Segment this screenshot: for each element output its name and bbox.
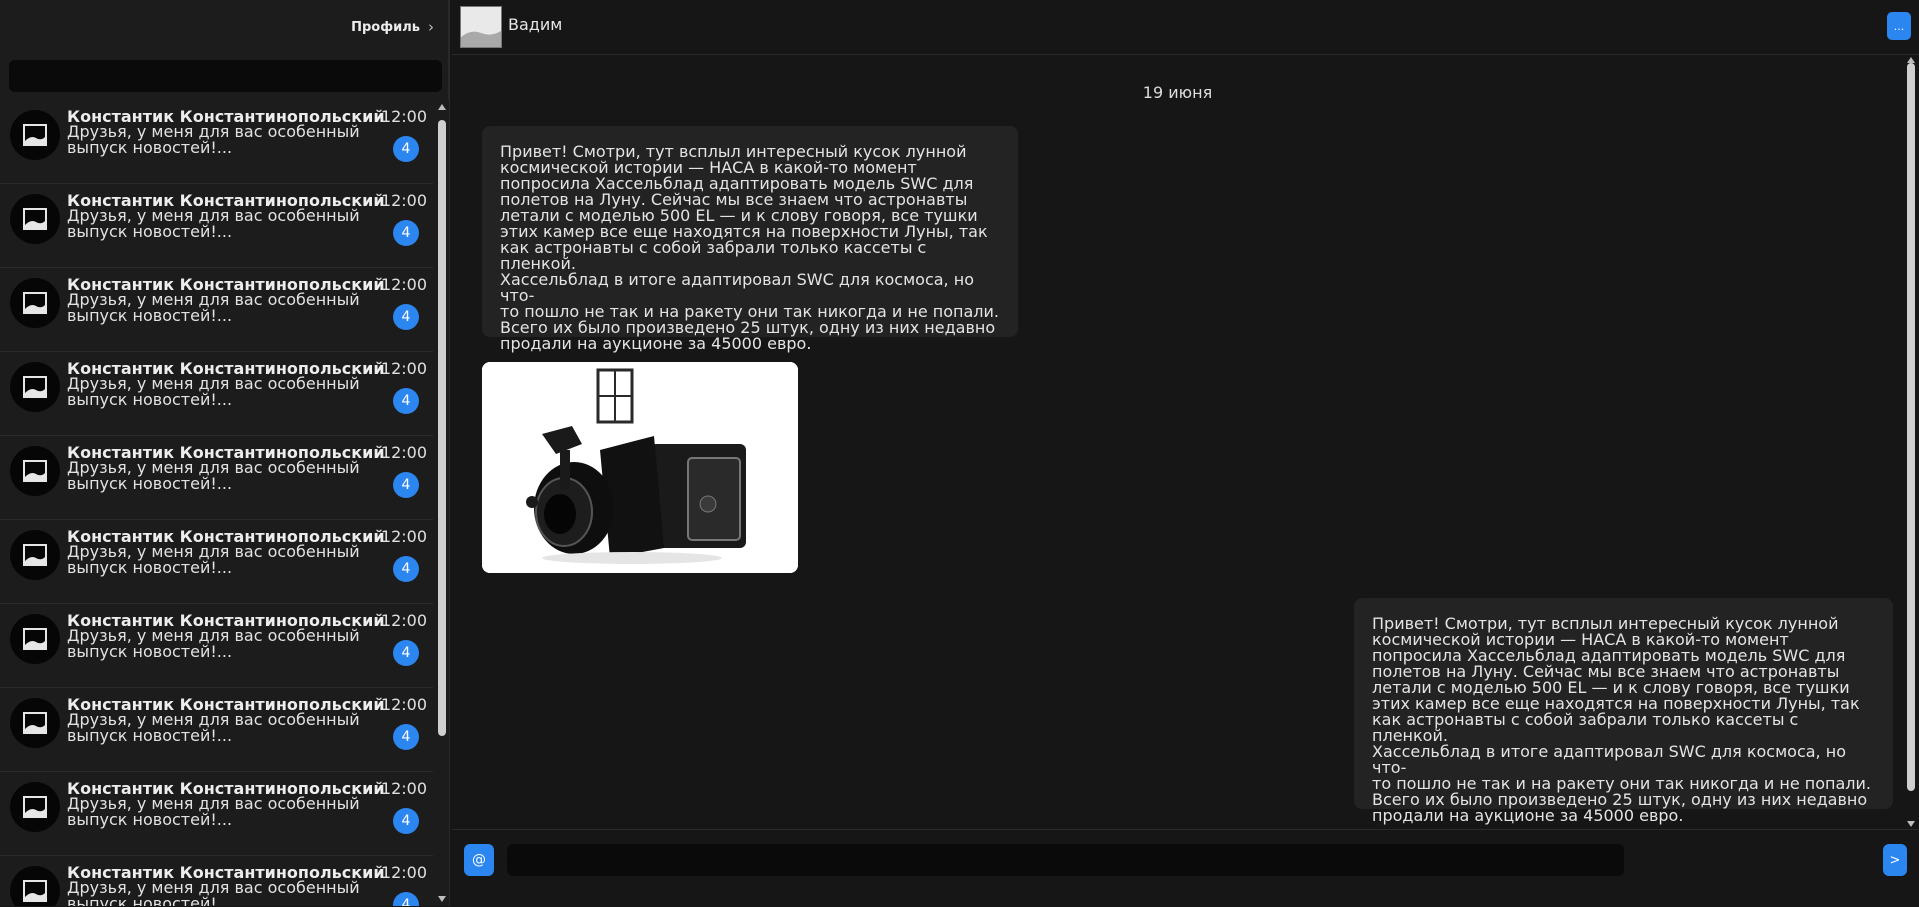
chat-list: Константик Константинопольский 12:00 Друзь… (0, 100, 433, 906)
chat-preview: Друзья, у меня для вас особенный выпуск … (67, 878, 360, 907)
chat-preview: Друзья, у меня для вас особенный выпуск … (67, 542, 360, 577)
image-placeholder-icon (23, 124, 47, 146)
contact-name: Вадим (508, 15, 563, 34)
chat-time: 12:00 (380, 443, 427, 462)
image-placeholder-icon (23, 796, 47, 818)
chat-list-item[interactable]: Константик Константинопольский 12:00 Друзь… (0, 688, 433, 772)
chat-sidebar: Профиль › Константик Константинопольский… (0, 0, 450, 906)
chat-preview: Друзья, у меня для вас особенный выпуск … (67, 710, 360, 745)
chat-avatar (10, 446, 60, 496)
chat-preview: Друзья, у меня для вас особенный выпуск … (67, 374, 360, 409)
unread-badge: 4 (393, 220, 419, 246)
chat-avatar (10, 278, 60, 328)
chat-avatar (10, 866, 60, 906)
image-placeholder-icon (23, 292, 47, 314)
image-placeholder-icon (23, 628, 47, 650)
chat-time: 12:00 (380, 863, 427, 882)
image-placeholder-icon (23, 880, 47, 902)
date-separator: 19 июня (1142, 83, 1213, 102)
chat-avatar (10, 530, 60, 580)
messages-scrollbar[interactable] (1903, 55, 1919, 829)
chat-avatar (10, 698, 60, 748)
chat-avatar (10, 782, 60, 832)
chat-list-item[interactable]: Константик Константинопольский 12:00 Друзь… (0, 268, 433, 352)
chat-list-item[interactable]: Константик Константинопольский 12:00 Друзь… (0, 100, 433, 184)
camera-photo-icon (482, 362, 798, 573)
unread-badge: 4 (393, 724, 419, 750)
chat-time: 12:00 (380, 191, 427, 210)
unread-badge: 4 (393, 640, 419, 666)
chat-menu-button[interactable]: ... (1887, 12, 1911, 40)
scrollbar-thumb[interactable] (438, 120, 446, 736)
image-placeholder-icon (461, 7, 501, 47)
chat-list-item[interactable]: Константик Константинопольский 12:00 Друзь… (0, 520, 433, 604)
chat-list-item[interactable]: Константик Константинопольский 12:00 Друзь… (0, 604, 433, 688)
unread-badge: 4 (393, 892, 419, 906)
chat-preview: Друзья, у меня для вас особенный выпуск … (67, 458, 360, 493)
chat-preview: Друзья, у меня для вас особенный выпуск … (67, 626, 360, 661)
chat-preview: Друзья, у меня для вас особенный выпуск … (67, 794, 360, 829)
chat-time: 12:00 (380, 275, 427, 294)
send-button[interactable]: > (1883, 844, 1907, 876)
incoming-message: Привет! Смотри, тут всплыл интересный ку… (482, 126, 1018, 352)
image-placeholder-icon (23, 376, 47, 398)
image-placeholder-icon (23, 712, 47, 734)
scroll-down-arrow-icon[interactable] (438, 896, 446, 902)
image-placeholder-icon (23, 544, 47, 566)
image-placeholder-icon (23, 460, 47, 482)
message-area: 19 июня Привет! Смотри, тут всплыл интер… (452, 55, 1903, 829)
unread-badge: 4 (393, 136, 419, 162)
contact-avatar[interactable] (460, 6, 502, 48)
chat-list-item[interactable]: Константик Константинопольский 12:00 Друзь… (0, 772, 433, 856)
chat-avatar (10, 614, 60, 664)
message-input[interactable] (507, 844, 1624, 876)
chevron-right-icon: › (428, 18, 434, 36)
chat-avatar (10, 362, 60, 412)
scroll-down-arrow-icon[interactable] (1907, 821, 1915, 827)
chat-list-item[interactable]: Константик Константинопольский 12:00 Друзь… (0, 436, 433, 520)
message-image[interactable] (482, 362, 798, 573)
chat-preview: Друзья, у меня для вас особенный выпуск … (67, 122, 360, 157)
unread-badge: 4 (393, 304, 419, 330)
chat-list-item[interactable]: Константик Константинопольский 12:00 Друзь… (0, 184, 433, 268)
message-composer: @ > (452, 829, 1919, 907)
unread-badge: 4 (393, 556, 419, 582)
profile-link[interactable]: Профиль › (351, 16, 434, 38)
mention-button[interactable]: @ (464, 844, 494, 876)
unread-badge: 4 (393, 472, 419, 498)
unread-badge: 4 (393, 388, 419, 414)
chat-preview: Друзья, у меня для вас особенный выпуск … (67, 290, 360, 325)
chat-avatar (10, 110, 60, 160)
chat-header: Вадим ... (452, 0, 1919, 55)
chat-list-item[interactable]: Константик Константинопольский 12:00 Друзь… (0, 856, 433, 906)
chat-time: 12:00 (380, 527, 427, 546)
scrollbar-thumb[interactable] (1907, 63, 1915, 791)
chat-preview: Друзья, у меня для вас особенный выпуск … (67, 206, 360, 241)
search-input[interactable] (9, 60, 442, 92)
chat-time: 12:00 (380, 695, 427, 714)
chat-time: 12:00 (380, 359, 427, 378)
chat-time: 12:00 (380, 107, 427, 126)
sidebar-scrollbar[interactable] (435, 100, 449, 906)
image-placeholder-icon (23, 208, 47, 230)
profile-label: Профиль (351, 19, 420, 35)
chat-time: 12:00 (380, 611, 427, 630)
scroll-up-arrow-icon[interactable] (438, 104, 446, 110)
chat-list-item[interactable]: Константик Константинопольский 12:00 Друзь… (0, 352, 433, 436)
chat-time: 12:00 (380, 779, 427, 798)
chat-avatar (10, 194, 60, 244)
unread-badge: 4 (393, 808, 419, 834)
outgoing-message: Привет! Смотри, тут всплыл интересный ку… (1354, 598, 1893, 824)
